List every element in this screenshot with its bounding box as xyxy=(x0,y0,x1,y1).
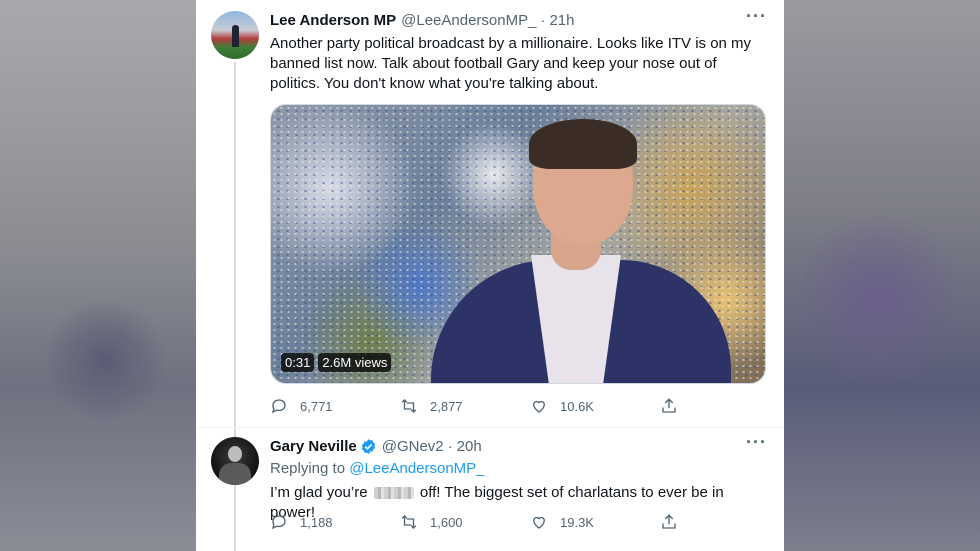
reply-button[interactable]: 1,188 xyxy=(270,513,350,531)
avatar-lee-anderson[interactable] xyxy=(211,11,259,59)
like-button[interactable]: 19.3K xyxy=(530,513,610,531)
backdrop-left xyxy=(0,0,196,551)
more-icon[interactable]: ··· xyxy=(746,433,766,456)
retweet-button[interactable]: 1,600 xyxy=(400,513,480,531)
tweet1-actions: 6,771 2,877 10.6K xyxy=(270,397,680,415)
tweet2-header: Gary Neville @GNev2 · 20h xyxy=(270,438,482,455)
more-icon[interactable]: ··· xyxy=(746,7,766,30)
video-player[interactable]: 0:31 2.6M views xyxy=(270,104,766,384)
tweet-text-before: I’m glad you’re xyxy=(270,484,368,501)
like-count: 19.3K xyxy=(560,514,594,530)
video-badge: 0:31 2.6M views xyxy=(281,353,392,372)
user-handle[interactable]: @GNev2 xyxy=(382,438,444,455)
video-person-hair xyxy=(529,119,637,169)
tweet-divider xyxy=(196,427,784,428)
retweet-button[interactable]: 2,877 xyxy=(400,397,480,415)
timestamp[interactable]: 21h xyxy=(549,12,574,29)
tweet-text: Another party political broadcast by a m… xyxy=(270,35,752,92)
reply-icon xyxy=(272,515,286,530)
reply-icon xyxy=(272,399,286,414)
separator-dot: · xyxy=(540,12,546,29)
timestamp[interactable]: 20h xyxy=(457,438,482,455)
video-duration: 0:31 xyxy=(281,353,315,372)
reply-count: 1,188 xyxy=(300,514,333,530)
replying-mention[interactable]: @LeeAndersonMP_ xyxy=(349,460,484,477)
tweet2-actions: 1,188 1,600 19.3K xyxy=(270,513,680,531)
like-count: 10.6K xyxy=(560,398,594,414)
display-name[interactable]: Lee Anderson MP xyxy=(270,12,396,29)
tweet1-header: Lee Anderson MP @LeeAndersonMP_ · 21h xyxy=(270,12,574,29)
reply-count: 6,771 xyxy=(300,398,333,414)
retweet-count: 2,877 xyxy=(430,398,463,414)
user-handle[interactable]: @LeeAndersonMP_ xyxy=(401,12,536,29)
video-views: 2.6M views xyxy=(318,353,392,372)
like-button[interactable]: 10.6K xyxy=(530,397,610,415)
verified-icon xyxy=(361,439,375,454)
avatar-gary-neville[interactable] xyxy=(211,437,259,485)
retweet-count: 1,600 xyxy=(430,514,463,530)
retweet-icon xyxy=(401,515,417,529)
tweet-thread-card: Lee Anderson MP @LeeAndersonMP_ · 21h ··… xyxy=(196,0,784,551)
reply-button[interactable]: 6,771 xyxy=(270,397,350,415)
retweet-icon xyxy=(401,399,417,413)
backdrop-right xyxy=(784,0,980,551)
share-icon xyxy=(662,398,676,413)
censored-word xyxy=(373,487,414,500)
share-button[interactable] xyxy=(660,397,680,415)
separator-dot: · xyxy=(447,438,453,455)
share-button[interactable] xyxy=(660,513,680,531)
replying-to: Replying to @LeeAndersonMP_ xyxy=(270,460,485,477)
replying-prefix: Replying to xyxy=(270,460,346,477)
share-icon xyxy=(662,514,676,529)
like-icon xyxy=(533,400,545,413)
like-icon xyxy=(533,516,545,529)
display-name[interactable]: Gary Neville xyxy=(270,438,357,455)
